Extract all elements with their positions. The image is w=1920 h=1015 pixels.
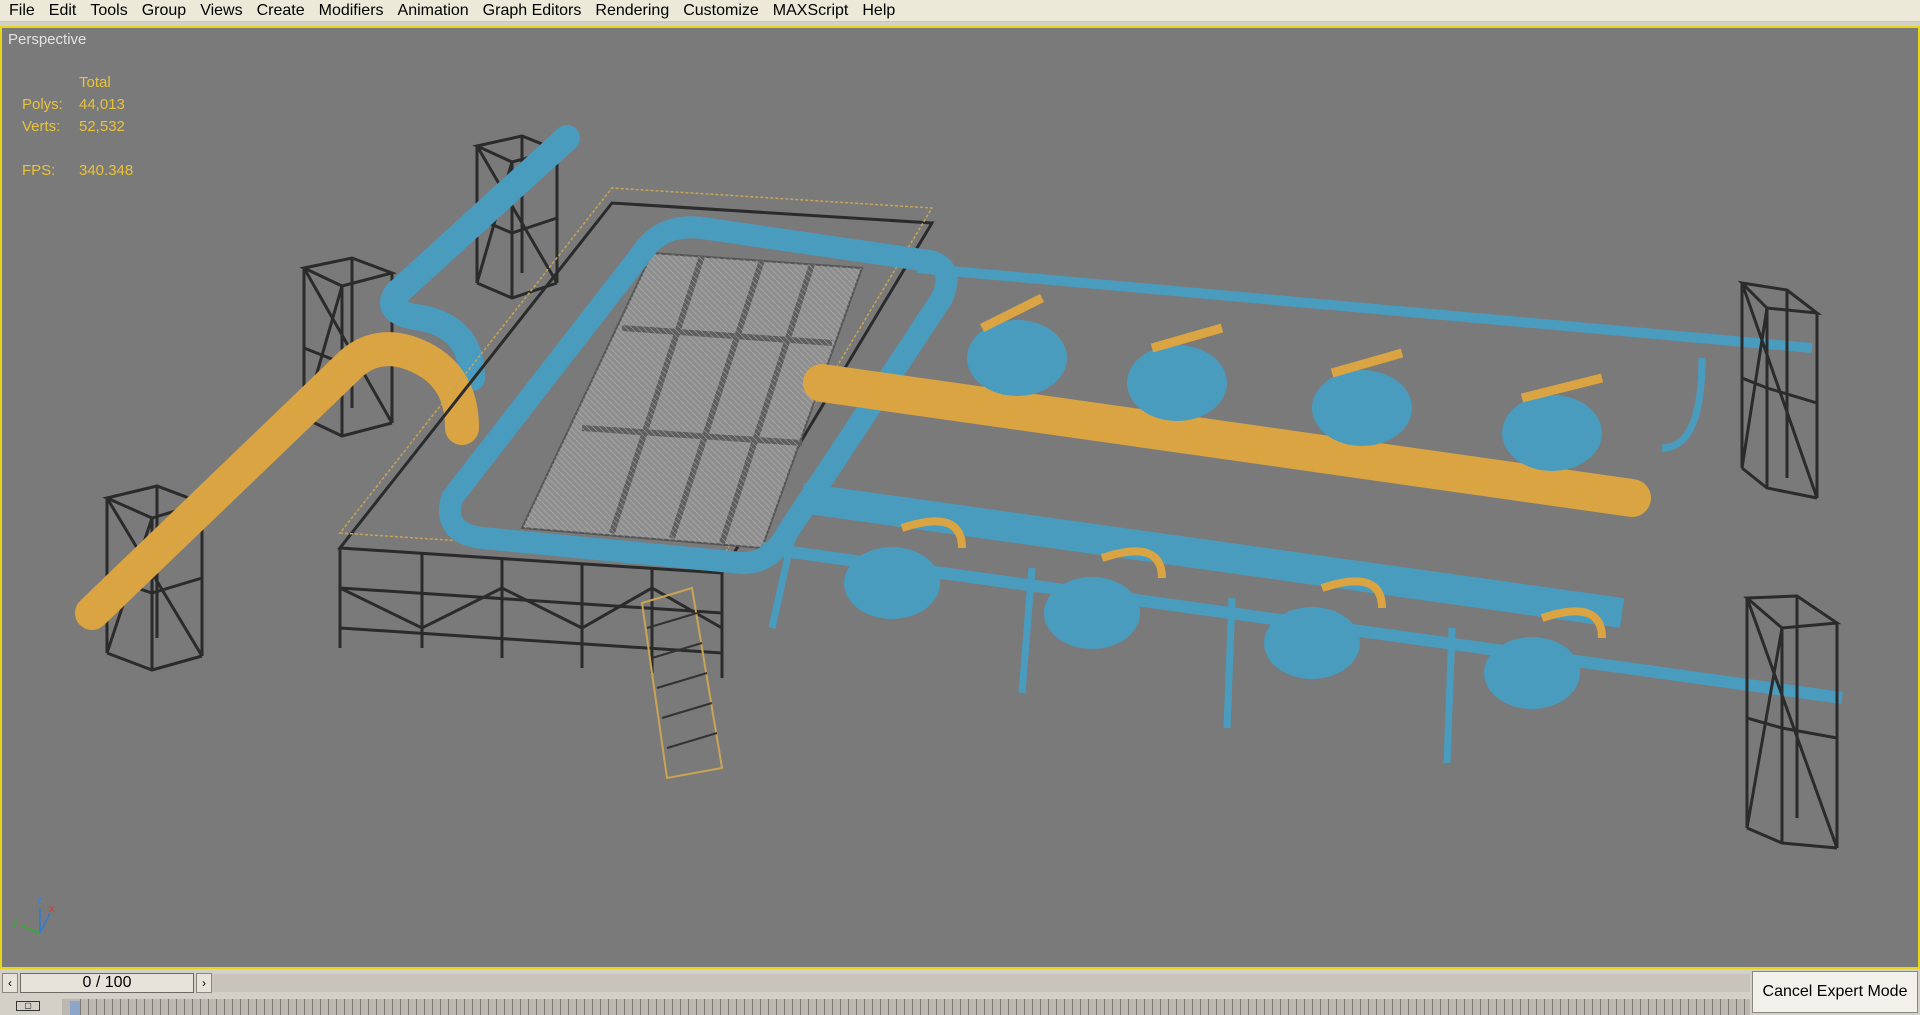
gizmo-z-label: z [37, 895, 43, 907]
chevron-right-icon[interactable]: › [196, 973, 212, 993]
gizmo-y-label: y [12, 916, 18, 928]
separator-vessel[interactable] [1502, 373, 1604, 471]
menu-maxscript[interactable]: MAXScript [766, 0, 856, 22]
time-slider[interactable]: 0 / 100 [20, 973, 194, 993]
pipe-rack-tower[interactable] [1737, 280, 1823, 500]
menu-rendering[interactable]: Rendering [588, 0, 676, 22]
stats-verts-label: Verts: [22, 118, 61, 135]
menu-views[interactable]: Views [193, 0, 249, 22]
menu-help[interactable]: Help [855, 0, 902, 22]
stats-polys-label: Polys: [22, 96, 63, 113]
menu-tools[interactable]: Tools [83, 0, 134, 22]
timeline-track[interactable] [212, 974, 1750, 992]
menu-group[interactable]: Group [135, 0, 193, 22]
frame-ruler[interactable]: ▢ [0, 999, 1750, 1015]
axis-gizmo: z x y [12, 895, 55, 934]
current-frame-marker[interactable] [70, 1001, 80, 1015]
menu-customize[interactable]: Customize [676, 0, 766, 22]
stats-fps-value: 340.348 [79, 162, 134, 179]
menu-animation[interactable]: Animation [391, 0, 476, 22]
stats-verts-value: 52,532 [79, 118, 125, 135]
chevron-left-icon[interactable]: ‹ [2, 973, 18, 993]
menu-modifiers[interactable]: Modifiers [312, 0, 391, 22]
orange-pipeline[interactable] [75, 332, 479, 630]
scene-canvas[interactable]: z x y [2, 28, 1918, 967]
separator-vessel[interactable] [1127, 323, 1227, 421]
viewport-label[interactable]: Perspective [8, 31, 86, 48]
menu-file[interactable]: File [2, 0, 42, 22]
menu-graph-editors[interactable]: Graph Editors [476, 0, 589, 22]
ruler-cap: ▢ [0, 999, 62, 1015]
stats-header: Total [79, 74, 111, 91]
separator-vessel[interactable] [1312, 348, 1412, 446]
perspective-viewport[interactable]: z x y Perspective Total Polys: 44,013 Ve… [0, 26, 1920, 969]
bottom-bar: ‹ 0 / 100 › Cancel Expert Mode ▢ [0, 969, 1920, 1015]
separator-vessel[interactable] [967, 293, 1067, 396]
menu-edit[interactable]: Edit [42, 0, 84, 22]
pipe-rack-tower[interactable] [1743, 594, 1842, 850]
cancel-expert-mode-button[interactable]: Cancel Expert Mode [1752, 971, 1918, 1013]
menu-create[interactable]: Create [250, 0, 312, 22]
key-icon[interactable]: ▢ [16, 1001, 40, 1011]
stats-fps-label: FPS: [22, 162, 56, 179]
menu-bar: File Edit Tools Group Views Create Modifiers An… [0, 0, 1920, 22]
frame-ticks [80, 999, 1750, 1015]
gizmo-x-label: x [49, 903, 55, 915]
stats-polys-value: 44,013 [79, 96, 125, 113]
